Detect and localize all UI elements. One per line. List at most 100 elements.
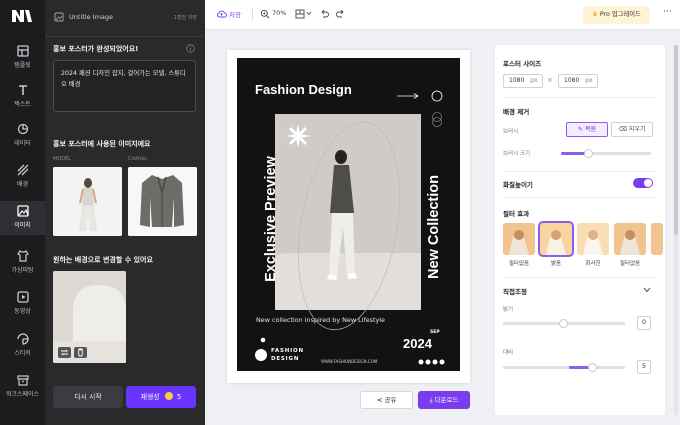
poster-size-title: 포스터 사이즈	[503, 60, 542, 68]
height-input[interactable]: 1080 px	[558, 74, 598, 88]
rail-label: 가상피팅	[11, 267, 34, 274]
zoom-icon[interactable]	[260, 9, 270, 19]
width-input[interactable]: 1080 px	[503, 74, 543, 88]
brightness-slider[interactable]	[503, 319, 625, 328]
model-image	[53, 167, 122, 236]
filter-preview	[614, 223, 646, 255]
model-label: MODEL	[53, 156, 72, 162]
filter-vivid[interactable]	[577, 223, 609, 255]
poster-month: SEP	[430, 330, 440, 335]
share-label: 공유	[384, 396, 397, 404]
scrollbar-thumb[interactable]	[674, 45, 678, 235]
app-logo[interactable]	[11, 9, 33, 23]
rail-label: 워크스페이스	[5, 391, 40, 398]
contrast-value[interactable]: 5	[637, 360, 651, 374]
more-icon[interactable]: ⋯	[663, 7, 673, 17]
brightness-knob[interactable]	[559, 319, 568, 328]
filter-preview	[503, 223, 535, 255]
direct-adjust-title: 직접조정	[503, 288, 527, 296]
replace-image-button[interactable]	[58, 347, 71, 358]
sharpen-toggle[interactable]	[633, 178, 653, 188]
redo-icon[interactable]	[336, 9, 346, 19]
zoom-level[interactable]: 70%	[272, 9, 286, 17]
brush-size-knob[interactable]	[584, 149, 593, 158]
rail-item-sticker[interactable]: 스티커	[0, 329, 45, 363]
prompt-input[interactable]: 2024 패션 디자인 잡지, 걸어가는 모델, 스튜디오 배경	[53, 60, 196, 112]
filter-next-partial[interactable]	[651, 223, 663, 255]
regenerate-button[interactable]: 재생성 5	[126, 386, 196, 408]
erase-button[interactable]: ⌫ 지우기	[611, 122, 653, 137]
sticker-icon	[16, 333, 29, 345]
height-value: 1080	[564, 77, 580, 84]
filter-preview	[577, 223, 609, 255]
rail-item-image[interactable]: 이미지	[0, 201, 45, 235]
text-icon	[18, 85, 27, 95]
contrast-slider[interactable]	[503, 363, 625, 372]
regenerate-label: 재생성	[140, 393, 160, 401]
poster-vertical-right: New Collection	[426, 175, 442, 279]
restore-button[interactable]: ✎ 복원	[566, 122, 608, 137]
cloud-save-icon	[217, 10, 227, 18]
rail-label: 배경	[16, 181, 29, 188]
multiply-icon: ×	[547, 76, 553, 84]
clothes-label: Clothes	[128, 156, 147, 162]
erase-label: 지우기	[628, 126, 646, 133]
divider	[503, 197, 657, 198]
rail-item-text[interactable]: 텍스트	[0, 80, 45, 114]
brush-size-slider[interactable]	[561, 149, 651, 158]
poster-canvas[interactable]: Fashion Design Exclusive Preview New Col…	[237, 58, 460, 371]
save-button[interactable]: 저장	[229, 9, 241, 19]
toolbar-divider	[252, 8, 253, 20]
rail-item-fitting[interactable]: 가상피팅	[0, 246, 45, 280]
background-change-title: 원하는 배경으로 변경할 수 있어요	[53, 256, 153, 264]
download-button[interactable]: ⤓ 다운로드	[418, 391, 470, 409]
restart-button[interactable]: 다시 시작	[53, 386, 123, 408]
filter-bright[interactable]	[538, 221, 574, 257]
used-images-title: 홍보 포스터에 사용된 이미지에요	[53, 140, 151, 148]
pro-upgrade-button[interactable]: ♛ Pro 업그레이드	[583, 6, 650, 24]
poster-website: WWW.FASHIONDESIGN.COM	[321, 359, 378, 364]
rail-item-data[interactable]: 데이터	[0, 119, 45, 153]
shirt-icon	[16, 250, 29, 262]
video-icon	[16, 291, 29, 303]
poster-title: Fashion Design	[255, 82, 352, 97]
brush-icon: ✎	[578, 126, 584, 133]
filter-preview	[651, 223, 663, 255]
clothes-thumbnail[interactable]	[128, 167, 197, 236]
filter-title: 필터 효과	[503, 210, 530, 218]
brightness-value[interactable]: 0	[637, 316, 651, 330]
right-scrollbar[interactable]	[674, 45, 678, 415]
save-status: 1편전 저장	[173, 15, 197, 21]
rail-label: 텍스트	[14, 101, 31, 108]
rail-item-template[interactable]: 템플릿	[0, 41, 45, 75]
document-title[interactable]: Untitle Image	[69, 13, 113, 21]
template-icon	[16, 45, 29, 57]
contrast-fill	[569, 366, 590, 369]
delete-image-button[interactable]	[74, 347, 87, 358]
rail-label: 템플릿	[14, 62, 31, 69]
layout-grid-icon[interactable]	[295, 9, 305, 19]
brush-size-label: 브러시 크기	[503, 151, 531, 157]
poster-year: 2024	[403, 336, 432, 351]
rail-item-workspace[interactable]: 워크스페이스	[0, 370, 45, 404]
chevron-down-icon[interactable]	[306, 11, 312, 16]
model-thumbnail[interactable]	[53, 167, 122, 236]
width-unit: px	[530, 77, 538, 84]
share-button[interactable]: ⋖ 공유	[360, 391, 413, 409]
rail-item-background[interactable]: 배경	[0, 160, 45, 194]
background-thumbnail[interactable]	[53, 271, 126, 363]
swap-icon	[60, 349, 69, 356]
contrast-knob[interactable]	[588, 363, 597, 372]
undo-icon[interactable]	[319, 9, 329, 19]
divider	[503, 277, 657, 278]
info-icon[interactable]	[186, 44, 195, 53]
filter-none-2[interactable]	[614, 223, 646, 255]
rail-item-video[interactable]: 동영상	[0, 287, 45, 321]
data-icon	[17, 123, 28, 135]
poster-brand-line2: DESIGN	[271, 356, 300, 362]
filter-none[interactable]	[503, 223, 535, 255]
rail-label: 동영상	[14, 308, 31, 315]
chevron-down-icon[interactable]	[643, 287, 651, 293]
regenerate-count: 5	[176, 393, 182, 401]
brightness-label: 밝기	[503, 307, 514, 313]
